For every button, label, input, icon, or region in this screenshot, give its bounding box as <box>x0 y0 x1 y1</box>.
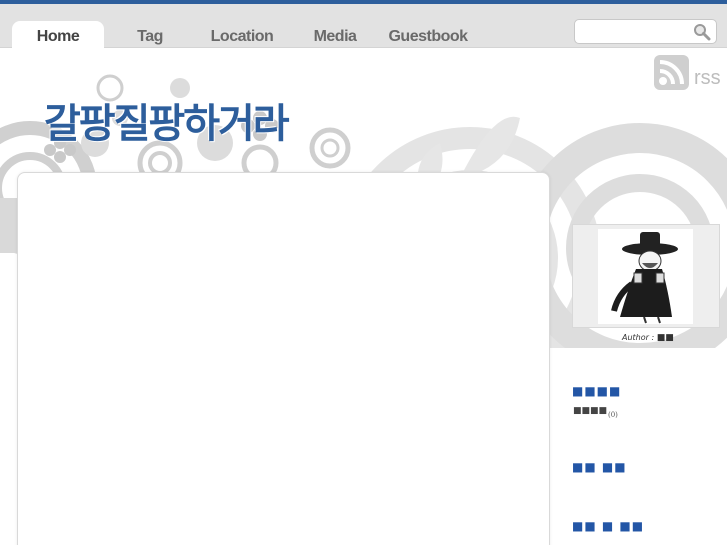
author-avatar <box>598 229 693 324</box>
blog-title[interactable]: 갈팡질팡하거라 <box>44 91 290 149</box>
main-content-panel <box>17 172 550 545</box>
rss-label[interactable]: rss <box>694 67 721 90</box>
author-line: Author : ■■ <box>622 333 674 343</box>
search-input[interactable] <box>581 23 691 41</box>
rss-icon[interactable] <box>654 55 689 90</box>
sidebar-heading-1: ■■■■ <box>572 384 622 398</box>
author-name: ■■ <box>656 333 674 343</box>
magnifier-icon[interactable] <box>693 23 711 41</box>
author-label: Author : <box>622 333 657 342</box>
sidebar-heading-2: ■■ ■■ <box>572 460 627 474</box>
sidebar-heading-3: ■■ ■ ■■ <box>572 519 645 533</box>
navigation-bar: Home Tag Location Media Guestbook <box>0 4 727 52</box>
search-box <box>574 19 717 44</box>
sidebar-item-category[interactable]: ■■■■ <box>573 406 607 416</box>
sidebar-item-count: (0) <box>608 411 618 419</box>
profile-box <box>572 224 720 328</box>
